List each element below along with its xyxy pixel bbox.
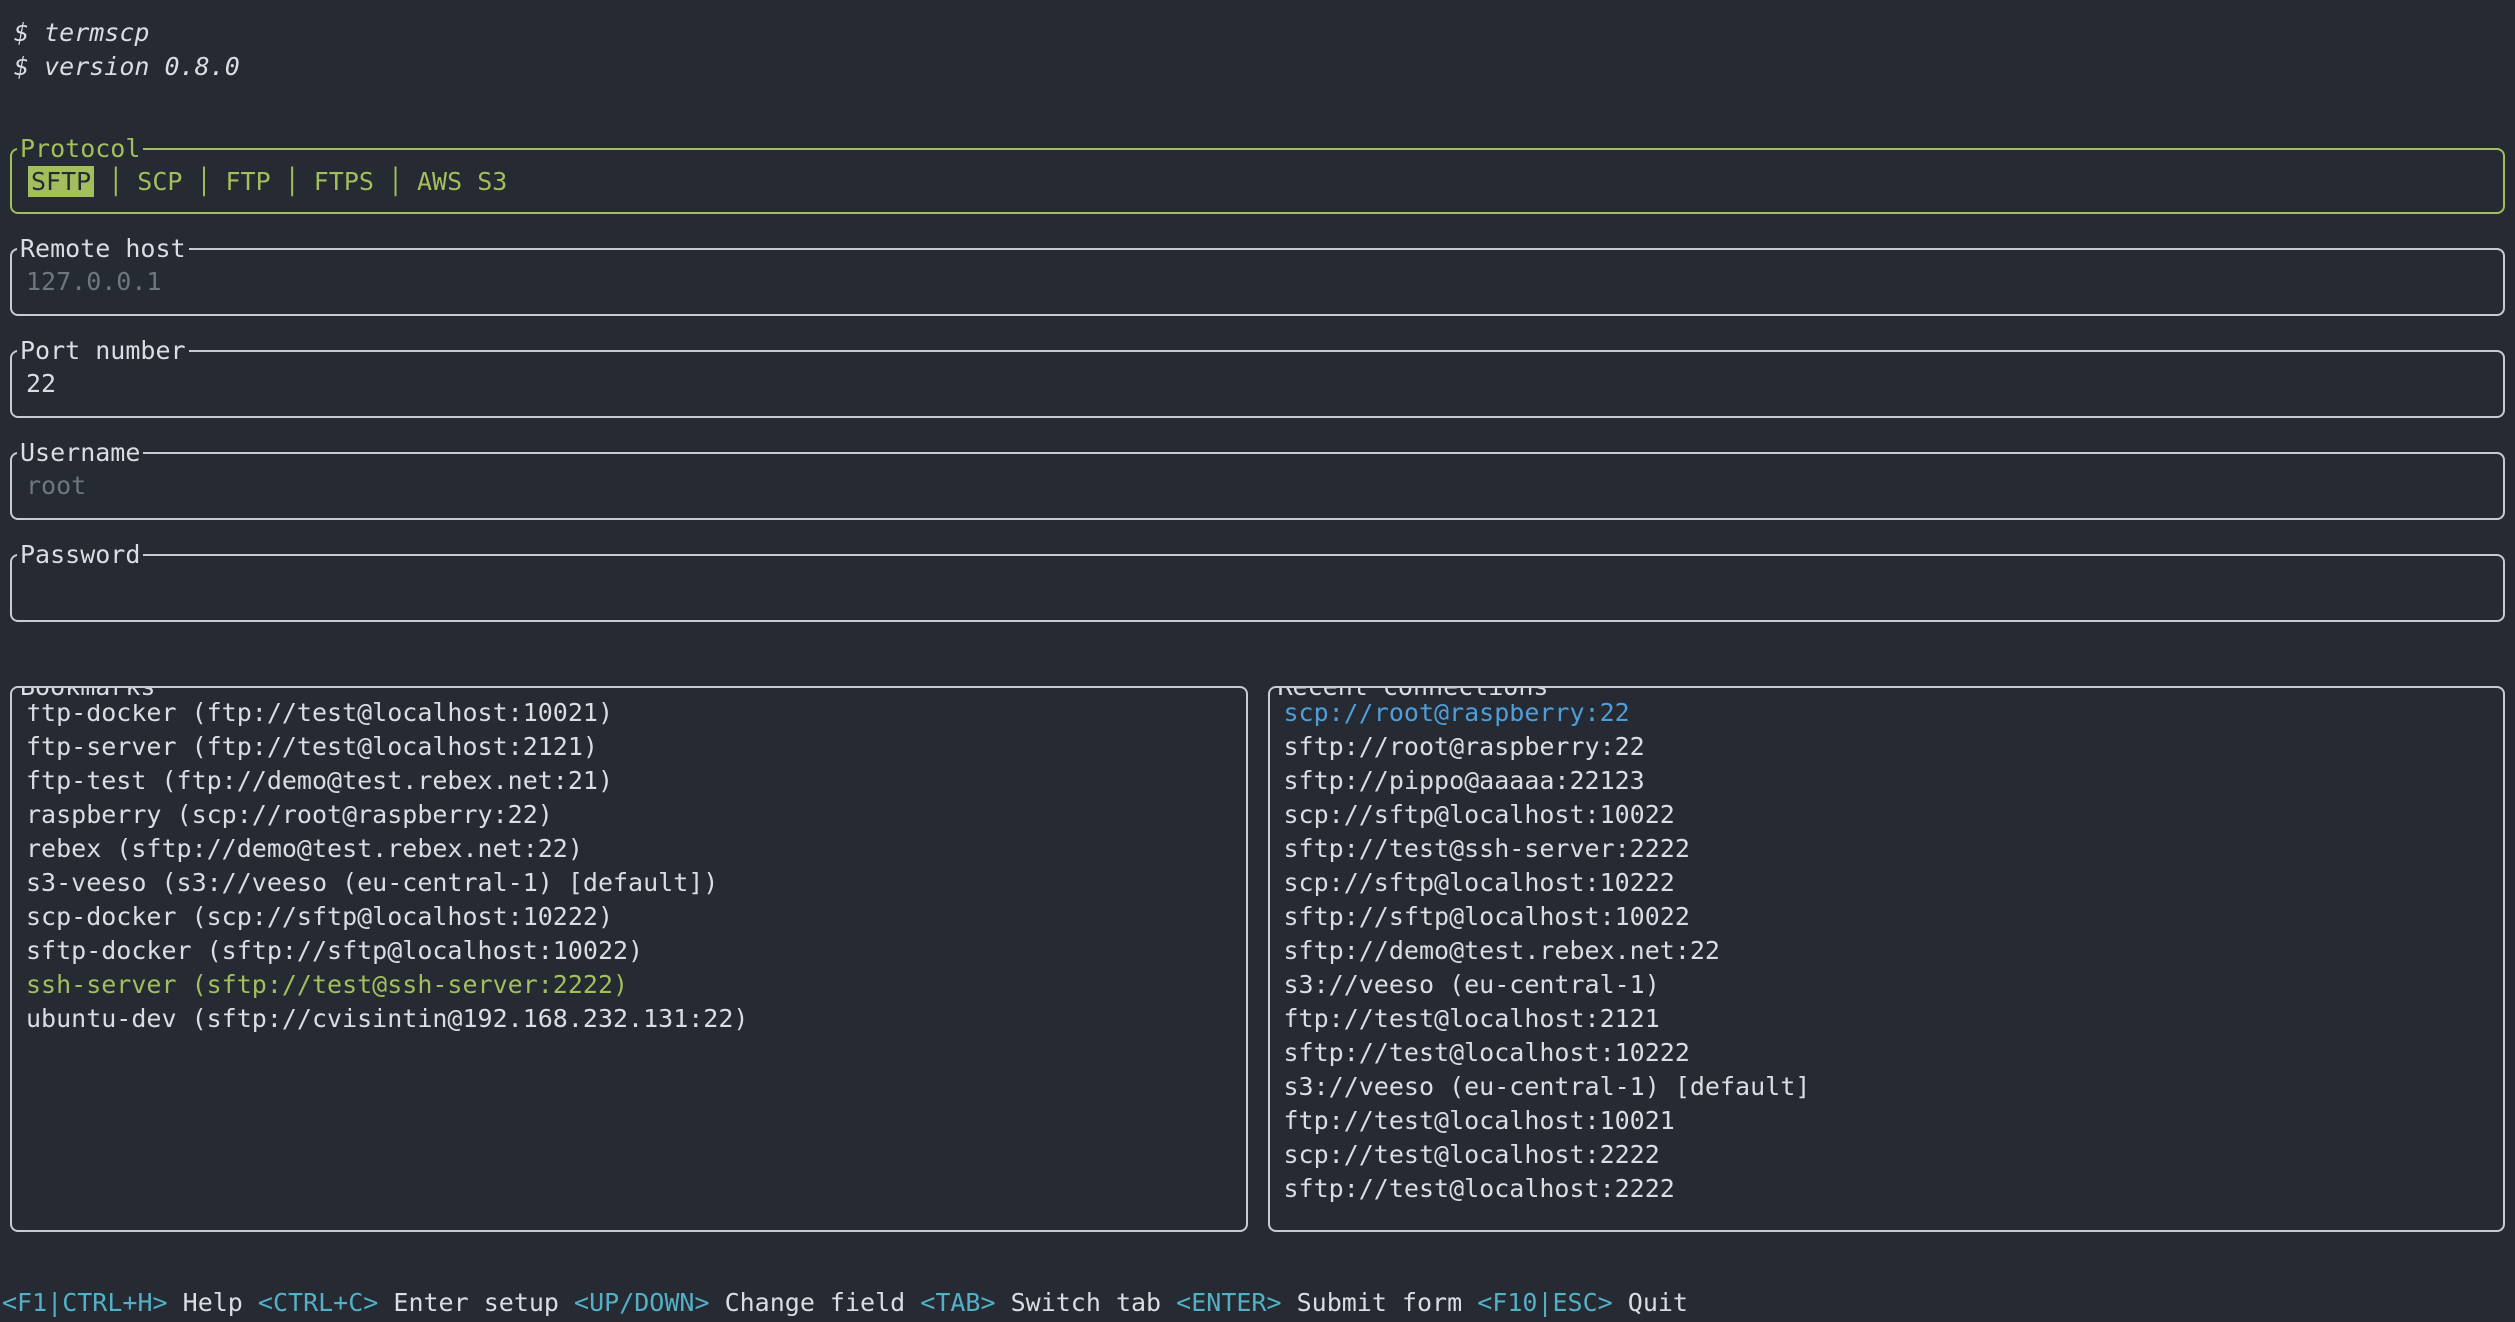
list-item[interactable]: scp-docker (scp://sftp@localhost:10222) — [26, 900, 1246, 934]
list-item[interactable]: s3-veeso (s3://veeso (eu-central-1) [def… — [26, 866, 1246, 900]
help-action: Quit — [1628, 1288, 1688, 1317]
bookmarks-panel: Bookmarks ftp-docker (ftp://test@localho… — [10, 686, 1248, 1232]
list-item[interactable]: scp://sftp@localhost:10022 — [1284, 798, 2504, 832]
list-item[interactable]: rebex (sftp://demo@test.rebex.net:22) — [26, 832, 1246, 866]
password-field[interactable]: Password — [10, 554, 2505, 622]
list-item[interactable]: ftp-docker (ftp://test@localhost:10021) — [26, 696, 1246, 730]
recent-connections-panel-label: Recent connections — [1275, 686, 1552, 704]
recent-connections-list: scp://root@raspberry:22sftp://root@raspb… — [1284, 696, 2504, 1206]
list-item[interactable]: ftp-test (ftp://demo@test.rebex.net:21) — [26, 764, 1246, 798]
list-item[interactable]: ftp-server (ftp://test@localhost:2121) — [26, 730, 1246, 764]
list-item[interactable]: sftp://test@ssh-server:2222 — [1284, 832, 2504, 866]
help-key: <UP/DOWN> — [574, 1288, 709, 1317]
password-label: Password — [17, 538, 143, 572]
help-bar: <F1|CTRL+H> Help <CTRL+C> Enter setup <U… — [2, 1286, 1703, 1320]
app-version: $ version 0.8.0 — [14, 50, 2515, 84]
list-item[interactable]: ssh-server (sftp://test@ssh-server:2222) — [26, 968, 1246, 1002]
protocol-tab-scp[interactable]: SCP — [137, 167, 182, 196]
help-key: <F1|CTRL+H> — [2, 1288, 168, 1317]
list-item[interactable]: raspberry (scp://root@raspberry:22) — [26, 798, 1246, 832]
help-action: Enter setup — [393, 1288, 559, 1317]
username-field[interactable]: Username root — [10, 452, 2505, 520]
lists-row: Bookmarks ftp-docker (ftp://test@localho… — [10, 686, 2505, 1232]
list-item[interactable]: sftp://root@raspberry:22 — [1284, 730, 2504, 764]
list-item[interactable]: scp://test@localhost:2222 — [1284, 1138, 2504, 1172]
port-number-field[interactable]: Port number 22 — [10, 350, 2505, 418]
list-item[interactable]: scp://sftp@localhost:10222 — [1284, 866, 2504, 900]
remote-host-field[interactable]: Remote host 127.0.0.1 — [10, 248, 2505, 316]
list-item[interactable]: sftp://test@localhost:2222 — [1284, 1172, 2504, 1206]
list-item[interactable]: s3://veeso (eu-central-1) — [1284, 968, 2504, 1002]
help-action: Help — [183, 1288, 243, 1317]
protocol-tab-ftp[interactable]: FTP — [226, 167, 271, 196]
bookmarks-list: ftp-docker (ftp://test@localhost:10021)f… — [26, 696, 1246, 1036]
app-title: $ termscp — [14, 16, 2515, 50]
help-action: Change field — [725, 1288, 906, 1317]
list-item[interactable]: sftp://demo@test.rebex.net:22 — [1284, 934, 2504, 968]
list-item[interactable]: sftp://sftp@localhost:10022 — [1284, 900, 2504, 934]
tab-divider: │ — [285, 167, 300, 196]
protocol-tab-aws-s3[interactable]: AWS S3 — [417, 167, 507, 196]
recent-connections-panel: Recent connections scp://root@raspberry:… — [1268, 686, 2506, 1232]
remote-host-input[interactable]: 127.0.0.1 — [26, 267, 161, 297]
username-input[interactable]: root — [26, 471, 86, 501]
help-action: Submit form — [1297, 1288, 1463, 1317]
help-key: <CTRL+C> — [258, 1288, 378, 1317]
tab-divider: │ — [108, 167, 123, 196]
bookmarks-panel-label: Bookmarks — [17, 686, 158, 704]
termscp-terminal: $ termscp $ version 0.8.0 Protocol SFTP │… — [0, 0, 2515, 1322]
remote-host-label: Remote host — [17, 232, 189, 266]
tab-divider: │ — [388, 167, 403, 196]
list-item[interactable]: sftp://test@localhost:10222 — [1284, 1036, 2504, 1070]
help-key: <TAB> — [920, 1288, 995, 1317]
protocol-tab-sftp[interactable]: SFTP — [28, 166, 94, 197]
protocol-tab-ftps[interactable]: FTPS — [314, 167, 374, 196]
help-key: <ENTER> — [1176, 1288, 1281, 1317]
port-number-input[interactable]: 22 — [26, 369, 56, 399]
app-header: $ termscp $ version 0.8.0 — [0, 0, 2515, 84]
username-label: Username — [17, 436, 143, 470]
list-item[interactable]: ftp://test@localhost:10021 — [1284, 1104, 2504, 1138]
protocol-tabs-box: Protocol SFTP│SCP│FTP│FTPS│AWS S3 — [10, 148, 2505, 214]
list-item[interactable]: sftp://pippo@aaaaa:22123 — [1284, 764, 2504, 798]
protocol-box-label: Protocol — [17, 132, 143, 166]
list-item[interactable]: s3://veeso (eu-central-1) [default] — [1284, 1070, 2504, 1104]
protocol-tabs: SFTP │ SCP │ FTP │ FTPS │ AWS S3 — [28, 167, 507, 196]
port-number-label: Port number — [17, 334, 189, 368]
tab-divider: │ — [196, 167, 211, 196]
list-item[interactable]: ubuntu-dev (sftp://cvisintin@192.168.232… — [26, 1002, 1246, 1036]
help-action: Switch tab — [1011, 1288, 1162, 1317]
list-item[interactable]: sftp-docker (sftp://sftp@localhost:10022… — [26, 934, 1246, 968]
help-key: <F10|ESC> — [1477, 1288, 1612, 1317]
list-item[interactable]: ftp://test@localhost:2121 — [1284, 1002, 2504, 1036]
